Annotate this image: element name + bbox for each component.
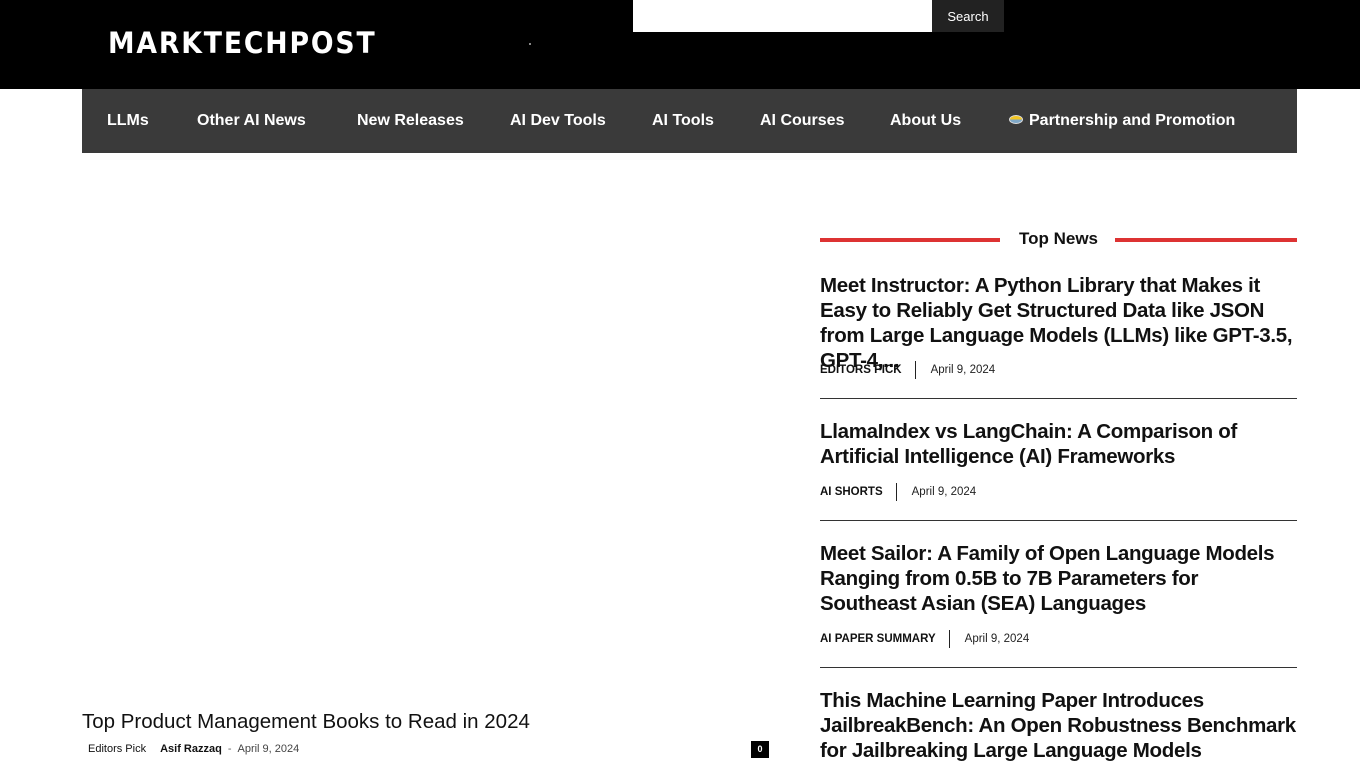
news-item: Meet Instructor: A Python Library that M…	[820, 273, 1297, 373]
news-divider	[820, 398, 1297, 399]
news-meta: Editors Pick April 9, 2024	[820, 361, 995, 379]
news-title[interactable]: LlamaIndex vs LangChain: A Comparison of…	[820, 419, 1297, 469]
nav-item-other-ai-news[interactable]: Other AI News	[197, 111, 306, 131]
news-category[interactable]: AI Shorts	[820, 486, 883, 498]
news-date: April 9, 2024	[930, 364, 996, 376]
news-title[interactable]: Meet Sailor: A Family of Open Language M…	[820, 541, 1297, 616]
news-item: This Machine Learning Paper Introduces J…	[820, 688, 1297, 763]
nav-item-llms[interactable]: LLMs	[107, 111, 149, 131]
meta-divider	[914, 361, 916, 379]
comment-count-badge[interactable]: 0	[751, 741, 769, 758]
site-logo[interactable]: MARKTECHPOST	[108, 25, 376, 61]
feature-category[interactable]: Editors Pick	[88, 741, 146, 757]
search-input[interactable]	[633, 0, 932, 32]
nav-item-new-releases[interactable]: New Releases	[357, 111, 464, 131]
feature-meta-separator: -	[227, 743, 232, 755]
nav-item-ai-courses[interactable]: AI Courses	[760, 111, 844, 131]
news-title[interactable]: This Machine Learning Paper Introduces J…	[820, 688, 1297, 763]
feature-date: April 9, 2024	[237, 743, 300, 755]
news-meta: AI Paper Summary April 9, 2024	[820, 630, 1029, 648]
news-divider	[820, 520, 1297, 521]
news-title[interactable]: Meet Instructor: A Python Library that M…	[820, 273, 1297, 373]
top-news-header: Top News	[820, 228, 1297, 252]
decorative-dot	[529, 43, 531, 45]
nav-item-partnership-label: Partnership and Promotion	[1029, 112, 1236, 129]
nav-item-about-us[interactable]: About Us	[890, 111, 961, 131]
news-item: Meet Sailor: A Family of Open Language M…	[820, 541, 1297, 616]
site-header: MARKTECHPOST Search	[0, 0, 1360, 89]
section-title: Top News	[1018, 229, 1099, 248]
main-nav: LLMs Other AI News New Releases AI Dev T…	[82, 89, 1297, 153]
nav-item-partnership[interactable]: Partnership and Promotion	[1009, 111, 1235, 131]
news-category[interactable]: AI Paper Summary	[820, 633, 936, 645]
news-item: LlamaIndex vs LangChain: A Comparison of…	[820, 419, 1297, 469]
feature-article-meta: Editors Pick Asif Razzaq - April 9, 2024	[88, 741, 299, 757]
meta-divider	[895, 483, 897, 501]
search-button[interactable]: Search	[932, 0, 1004, 32]
nav-item-ai-dev-tools[interactable]: AI Dev Tools	[510, 111, 606, 131]
meta-divider	[948, 630, 950, 648]
nav-item-ai-tools[interactable]: AI Tools	[652, 111, 714, 131]
feature-article-title[interactable]: Top Product Management Books to Read in …	[82, 709, 530, 735]
news-date: April 9, 2024	[911, 486, 977, 498]
news-category[interactable]: Editors Pick	[820, 364, 902, 376]
news-divider	[820, 667, 1297, 668]
news-meta: AI Shorts April 9, 2024	[820, 483, 976, 501]
flag-icon	[1009, 115, 1023, 124]
news-date: April 9, 2024	[964, 633, 1030, 645]
feature-author[interactable]: Asif Razzaq	[160, 741, 222, 757]
